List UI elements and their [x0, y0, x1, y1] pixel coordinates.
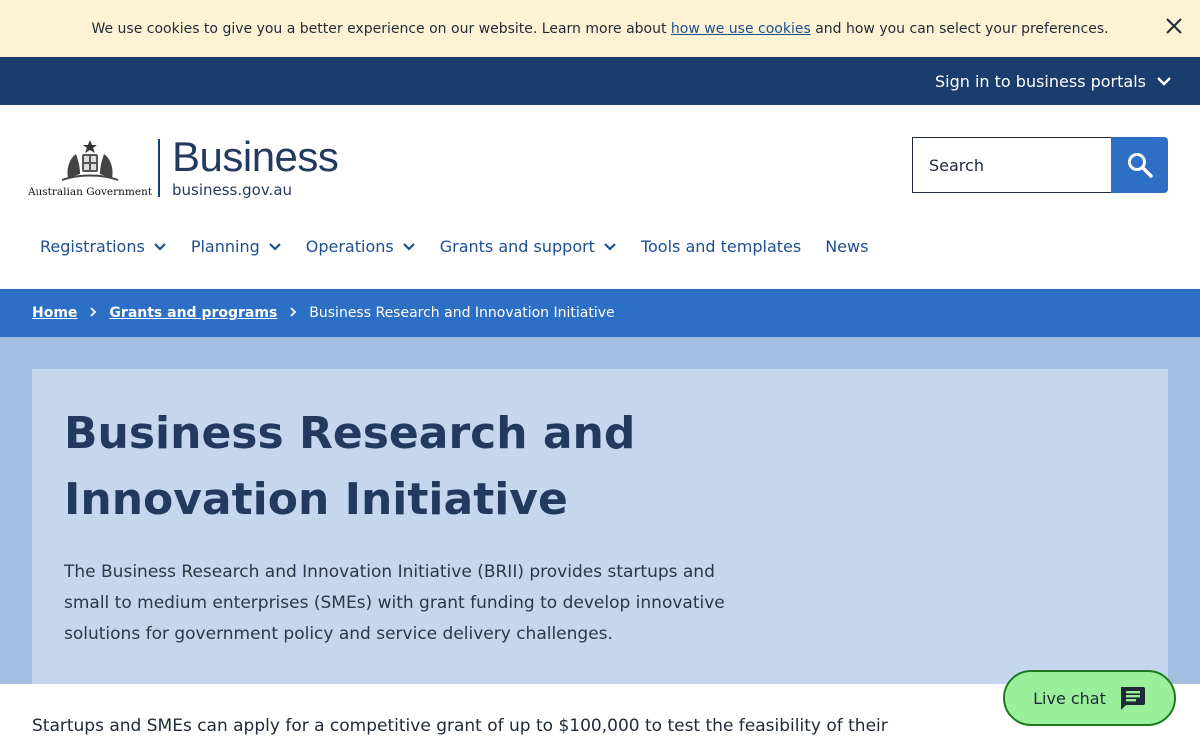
site-logo[interactable]: Australian Government Business business.…: [28, 133, 339, 200]
chevron-down-icon: [604, 242, 616, 251]
page-description: The Business Research and Innovation Ini…: [64, 562, 725, 644]
nav-item-news[interactable]: News: [825, 237, 868, 256]
nav-item-label: Grants and support: [439, 237, 595, 256]
chevron-down-icon: [402, 242, 415, 251]
chat-icon: [1120, 687, 1145, 710]
cookie-message: We use cookies to give you a better expe…: [91, 21, 1108, 37]
portal-bar: Sign in to business portals: [0, 57, 1200, 105]
close-icon[interactable]: [1162, 14, 1186, 38]
chevron-right-icon: [89, 306, 97, 320]
chevron-down-icon: [268, 242, 281, 251]
brand-block: Business business.gov.au: [172, 133, 339, 200]
nav-item-registrations[interactable]: Registrations: [40, 237, 167, 256]
nav-item-label: Tools and templates: [640, 237, 802, 256]
chevron-down-icon: [1157, 77, 1171, 86]
coat-of-arms-icon: [61, 140, 119, 181]
search-button[interactable]: [1111, 137, 1168, 193]
nav-item-label: Planning: [190, 237, 260, 256]
nav-item-grants-and-support[interactable]: Grants and support: [440, 237, 617, 256]
nav-item-tools-and-templates[interactable]: Tools and templates: [641, 237, 801, 256]
cookie-policy-link[interactable]: how we use cookies: [671, 21, 811, 37]
page-title: Business Research and Innovation Initiat…: [64, 408, 636, 525]
coat-of-arms: Australian Government: [28, 138, 152, 198]
brand-title: Business: [172, 133, 339, 180]
nav-item-label: Operations: [305, 237, 394, 256]
main-nav: Registrations Planning Operations Grants…: [40, 237, 892, 256]
search-input[interactable]: Search: [912, 137, 1112, 193]
logo-divider: [158, 139, 160, 197]
hero-band: Business Research and Innovation Initiat…: [0, 337, 1200, 684]
cookie-text-after: and how you can select your preferences.: [810, 20, 1109, 37]
breadcrumb-home-link[interactable]: Home: [32, 305, 77, 321]
sign-in-portals-label: Sign in to business portals: [934, 71, 1146, 91]
nav-item-label: News: [825, 237, 869, 256]
chevron-right-icon: [289, 306, 297, 320]
live-chat-label: Live chat: [1033, 688, 1106, 708]
sign-in-portals-button[interactable]: Sign in to business portals: [935, 57, 1172, 105]
nav-item-operations[interactable]: Operations: [306, 237, 416, 256]
intro-paragraph: Startups and SMEs can apply for a compet…: [32, 716, 888, 736]
cookie-banner: We use cookies to give you a better expe…: [0, 0, 1200, 57]
nav-item-label: Registrations: [40, 237, 145, 256]
gov-label: Australian Government: [27, 186, 153, 198]
cookie-text-before: We use cookies to give you a better expe…: [91, 20, 671, 37]
chevron-down-icon: [154, 242, 166, 251]
brand-url: business.gov.au: [172, 181, 293, 199]
hero-card: Business Research and Innovation Initiat…: [32, 369, 1168, 684]
site-header: Australian Government Business business.…: [0, 105, 1200, 289]
breadcrumb-grants-link[interactable]: Grants and programs: [109, 305, 277, 321]
search-icon: [1127, 153, 1153, 178]
breadcrumb: Home Grants and programs Business Resear…: [0, 289, 1200, 337]
breadcrumb-current: Business Research and Innovation Initiat…: [309, 305, 615, 321]
live-chat-button[interactable]: Live chat: [1003, 670, 1176, 726]
nav-item-planning[interactable]: Planning: [191, 237, 282, 256]
